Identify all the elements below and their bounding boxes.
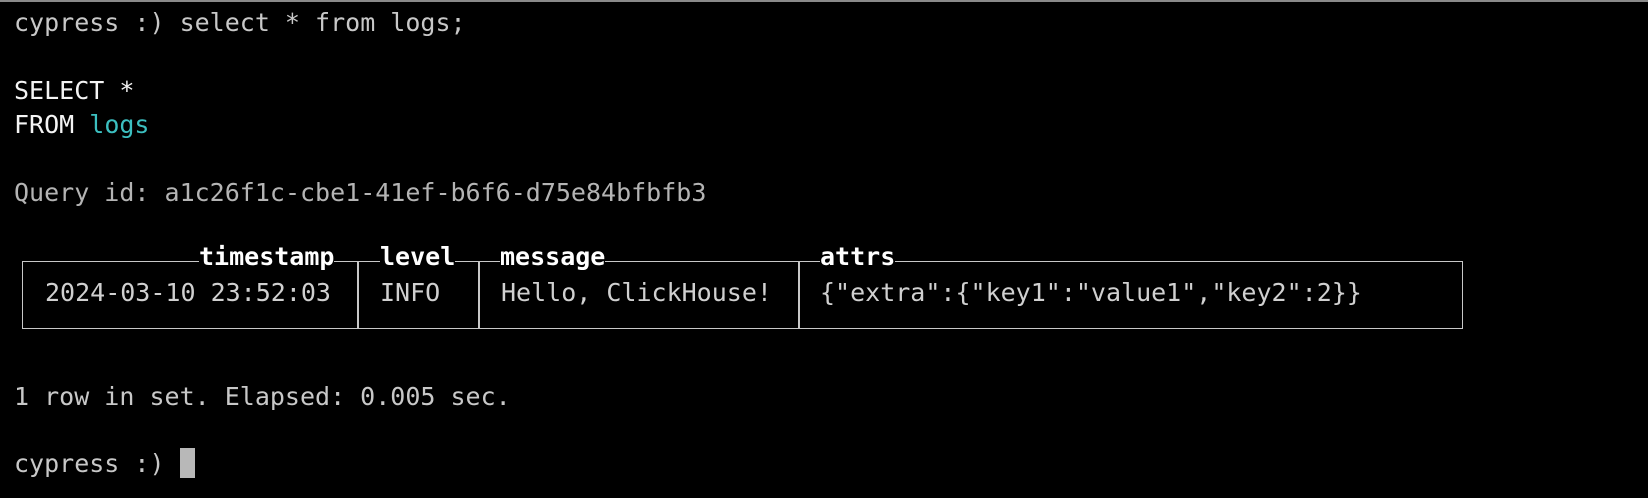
table-name: logs [89, 110, 150, 139]
column-header-attrs: attrs [820, 242, 896, 272]
column-header-level: level [380, 242, 456, 272]
select-star: * [119, 76, 135, 105]
query-id-line: Query id: a1c26f1c-cbe1-41ef-b6f6-d75e84… [14, 176, 706, 210]
formatted-query-select: SELECT * [14, 74, 134, 108]
query-id-label: Query id: [14, 178, 150, 207]
column-header-timestamp: timestamp [199, 242, 335, 272]
cell-attrs: {"extra":{"key1":"value1","key2":2}} [820, 278, 1362, 307]
text-cursor [179, 448, 195, 478]
cell-timestamp: 2024-03-10 23:52:03 [45, 278, 331, 307]
column-separator [357, 262, 359, 328]
query-id-value: a1c26f1c-cbe1-41ef-b6f6-d75e84bfbfb3 [164, 178, 707, 207]
from-keyword: FROM [14, 110, 75, 139]
window-top-border [0, 0, 1648, 2]
command-text: select * from logs; [179, 8, 466, 37]
result-table: timestamp level message attrs 2024-03-10… [22, 242, 1463, 329]
result-summary: 1 row in set. Elapsed: 0.005 sec. [14, 382, 511, 411]
column-separator [478, 262, 480, 328]
column-header-message: message [500, 242, 606, 272]
formatted-query-from: FROM logs [14, 108, 150, 142]
prompt: cypress :) [14, 449, 165, 478]
select-keyword: SELECT [14, 76, 105, 105]
prompt: cypress :) [14, 8, 165, 37]
command-line: cypress :) select * from logs; [14, 6, 466, 40]
cell-level: INFO [380, 278, 441, 307]
input-line[interactable]: cypress :) [14, 447, 195, 481]
column-separator [798, 262, 800, 328]
cell-message: Hello, ClickHouse! [501, 278, 772, 307]
